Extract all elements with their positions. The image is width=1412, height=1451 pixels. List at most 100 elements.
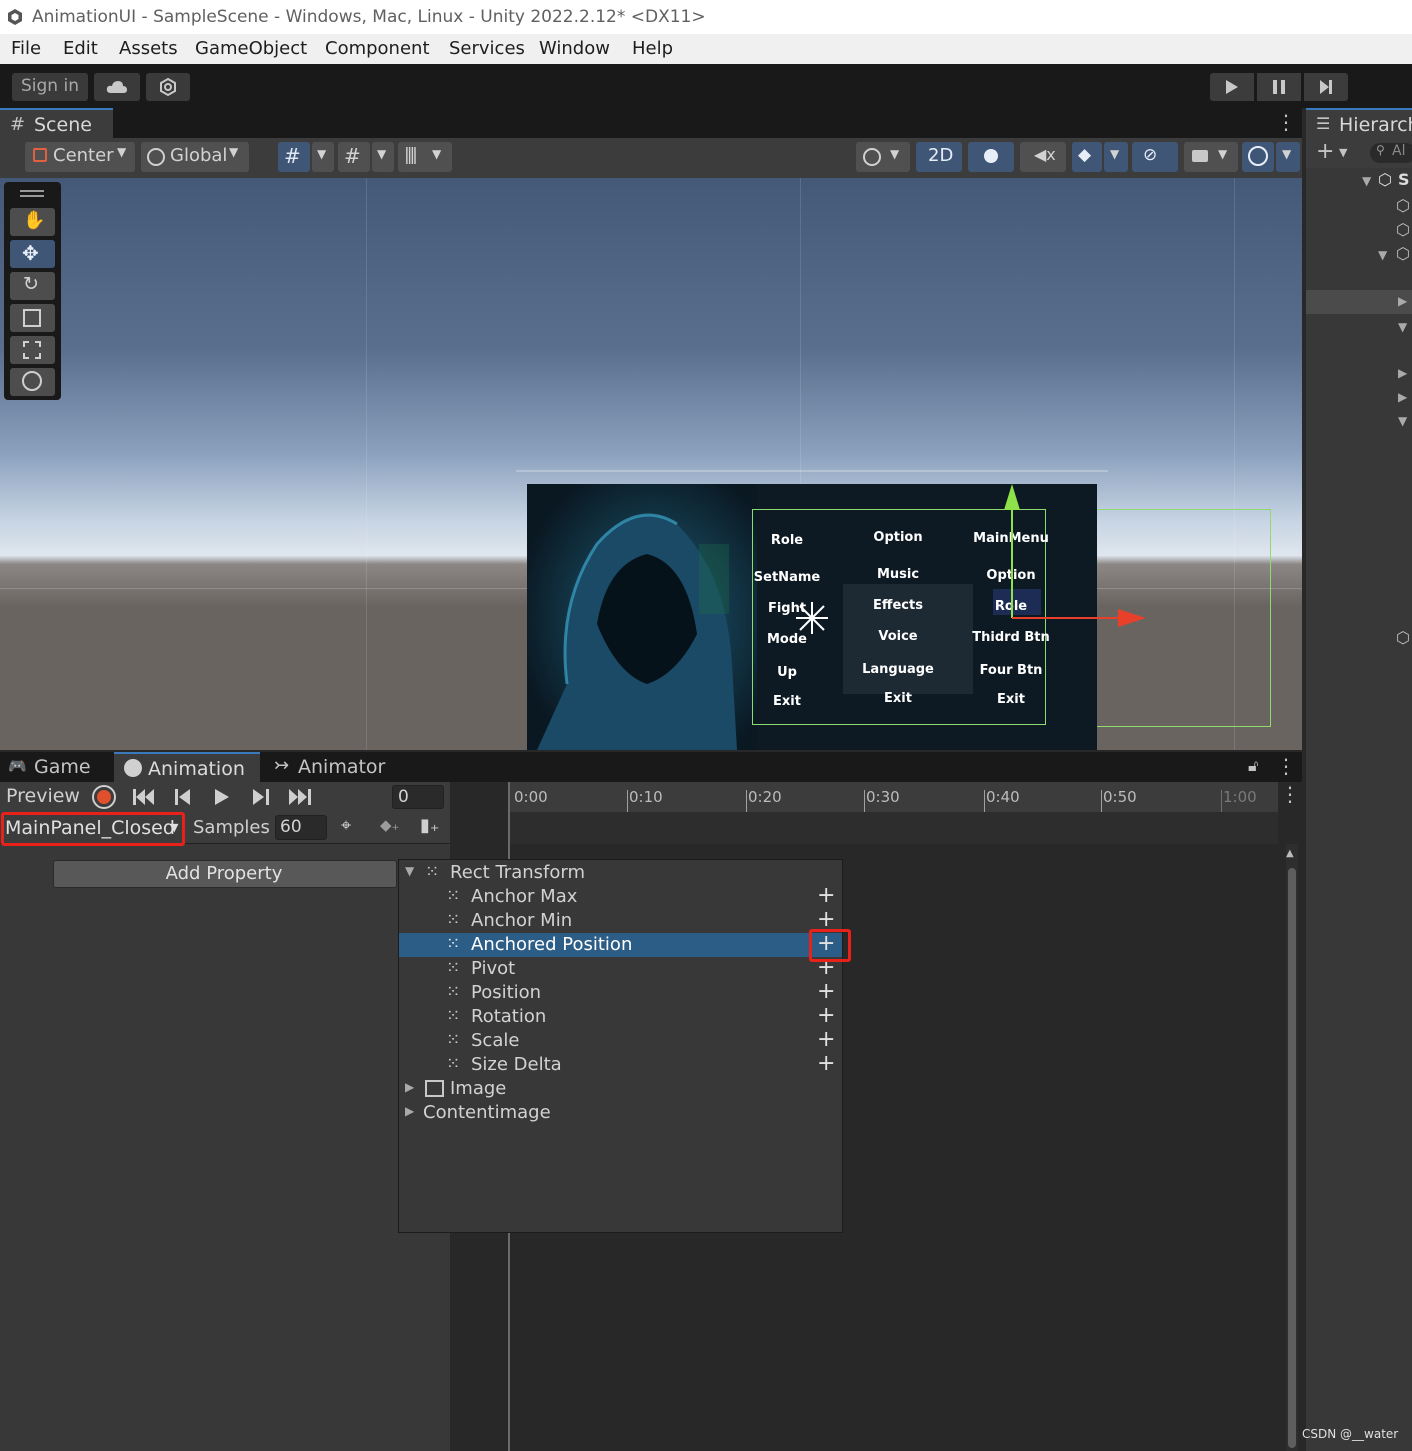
tab-hierarchy[interactable]: ☰ Hierarch	[1306, 108, 1412, 138]
samples-field[interactable]: 60	[275, 815, 327, 840]
expand-arrow-icon[interactable]: ▼	[1398, 320, 1407, 334]
2d-toggle[interactable]: 2D	[916, 142, 962, 172]
increment-snap-button[interactable]: #	[338, 142, 370, 172]
key-all-icon[interactable]: ⌖	[341, 815, 351, 836]
prev-key-icon[interactable]	[175, 789, 191, 805]
record-button[interactable]	[92, 785, 116, 809]
first-key-icon[interactable]	[133, 789, 155, 805]
tab-animation[interactable]: Animation	[114, 752, 260, 782]
property-position[interactable]: ⁙ Position +	[399, 981, 842, 1005]
gizmos-dropdown[interactable]: ▼	[1276, 142, 1300, 172]
grid-snap-button[interactable]: #	[278, 142, 310, 172]
transform-tool-button[interactable]	[10, 368, 55, 396]
menu-help[interactable]: Help	[632, 38, 673, 59]
tab-animator[interactable]: ↣ Animator	[264, 752, 394, 782]
collab-button[interactable]	[146, 73, 190, 101]
vertical-scrollbar[interactable]: ▲	[1286, 844, 1298, 1451]
ruler-button[interactable]: |||| ▼	[398, 142, 452, 172]
move-gizmo-arrows[interactable]	[1000, 480, 1160, 630]
chevron-down-icon[interactable]: ▼	[1339, 146, 1347, 159]
next-key-icon[interactable]	[253, 789, 269, 805]
camera-button[interactable]: ▼	[1184, 142, 1238, 172]
preview-button[interactable]: Preview	[6, 785, 80, 807]
add-property-plus-icon[interactable]: +	[817, 981, 835, 1003]
expand-arrow-icon[interactable]: ▼	[1398, 414, 1407, 428]
menu-file[interactable]: File	[11, 38, 41, 59]
play-animation-icon[interactable]	[215, 789, 229, 805]
expand-arrow-icon[interactable]: ▼	[1378, 248, 1387, 262]
expand-arrow-icon[interactable]: ▼	[1362, 174, 1371, 188]
property-anchor-max[interactable]: ⁙ Anchor Max +	[399, 885, 842, 909]
property-scale[interactable]: ⁙ Scale +	[399, 1029, 842, 1053]
collapse-arrow-icon[interactable]: ▶	[405, 1104, 414, 1118]
scale-tool-button[interactable]	[10, 304, 55, 332]
menu-component[interactable]: Component	[325, 38, 430, 59]
add-property-plus-icon[interactable]: +	[817, 909, 835, 931]
sign-in-button[interactable]: Sign in	[12, 73, 88, 101]
add-property-button[interactable]: Add Property	[53, 860, 397, 888]
add-property-plus-icon[interactable]: +	[817, 885, 835, 907]
visibility-toggle[interactable]: ⊘	[1132, 142, 1178, 172]
property-anchored-position[interactable]: ⁙ Anchored Position +	[399, 933, 842, 957]
property-anchor-min[interactable]: ⁙ Anchor Min +	[399, 909, 842, 933]
menu-services[interactable]: Services	[449, 38, 525, 59]
property-rotation[interactable]: ⁙ Rotation +	[399, 1005, 842, 1029]
shading-mode-button[interactable]: ▼	[856, 142, 910, 172]
add-event-icon[interactable]: ▮₊	[420, 815, 439, 836]
last-key-icon[interactable]	[289, 789, 311, 805]
frame-field[interactable]: 0	[392, 785, 444, 809]
add-keyframe-icon[interactable]: ◆₊	[380, 816, 399, 834]
step-button[interactable]	[1304, 73, 1348, 101]
scroll-up-icon[interactable]: ▲	[1286, 848, 1294, 859]
gizmos-button[interactable]	[1242, 142, 1274, 172]
collapse-arrow-icon[interactable]: ▶	[405, 1080, 414, 1094]
effects-dropdown[interactable]: ▼	[1104, 142, 1128, 172]
property-size-delta[interactable]: ⁙ Size Delta +	[399, 1053, 842, 1077]
ruler-tick-label: 0:40	[986, 788, 1020, 806]
cloud-button[interactable]	[94, 73, 140, 101]
expand-arrow-icon[interactable]: ▶	[1398, 390, 1407, 404]
drag-handle[interactable]	[20, 190, 44, 192]
rect-tool-button[interactable]	[10, 336, 55, 364]
space-toggle[interactable]: Global ▼	[141, 142, 249, 172]
expand-arrow-icon[interactable]: ▶	[1398, 294, 1407, 308]
hierarchy-selected-row[interactable]	[1306, 290, 1412, 314]
increment-snap-dropdown[interactable]: ▼	[372, 142, 394, 172]
scene-name-partial[interactable]: S	[1398, 170, 1410, 189]
animation-more-icon[interactable]: ⋮	[1276, 754, 1296, 778]
scrollbar-thumb[interactable]	[1288, 868, 1296, 1448]
rotate-tool-button[interactable]: ↻	[10, 272, 55, 300]
audio-toggle[interactable]: ◀x	[1020, 142, 1066, 172]
drag-handle[interactable]	[20, 195, 44, 197]
dopesheet-more-icon[interactable]: ⋮	[1280, 782, 1300, 806]
hierarchy-search[interactable]: ⚲ Al	[1370, 143, 1412, 163]
grid-snap-dropdown[interactable]: ▼	[312, 142, 334, 172]
group-contentimage[interactable]: ▶ Contentimage	[399, 1101, 842, 1125]
pivot-toggle[interactable]: Center ▼	[25, 142, 135, 172]
group-image[interactable]: ▶ Image	[399, 1077, 842, 1101]
add-property-plus-icon[interactable]: +	[817, 1029, 835, 1051]
lock-icon[interactable]: 🔓︎	[1248, 756, 1258, 776]
add-property-plus-icon[interactable]: +	[817, 1053, 835, 1075]
menu-edit[interactable]: Edit	[63, 38, 98, 59]
menu-assets[interactable]: Assets	[119, 38, 178, 59]
pause-button[interactable]	[1257, 73, 1301, 101]
add-icon[interactable]: +	[1316, 139, 1334, 164]
expand-arrow-icon[interactable]: ▼	[405, 864, 414, 878]
add-property-plus-icon[interactable]: +	[817, 1005, 835, 1027]
menu-gameobject[interactable]: GameObject	[195, 38, 307, 59]
play-button[interactable]	[1210, 73, 1254, 101]
lighting-toggle[interactable]	[968, 142, 1014, 172]
scene-more-icon[interactable]: ⋮	[1276, 110, 1296, 134]
effects-toggle[interactable]: ◆	[1072, 142, 1102, 172]
group-rect-transform[interactable]: ▼ ⁙ Rect Transform	[399, 861, 842, 885]
property-label: Rotation	[471, 1006, 547, 1027]
expand-arrow-icon[interactable]: ▶	[1398, 366, 1407, 380]
timeline-ruler[interactable]: 0:00 0:10 0:20 0:30 0:40 0:50 1:00	[510, 782, 1278, 812]
tab-game[interactable]: 🎮 Game	[0, 752, 112, 782]
property-pivot[interactable]: ⁙ Pivot +	[399, 957, 842, 981]
move-tool-button[interactable]: ✥	[10, 240, 55, 268]
tab-scene[interactable]: # Scene	[0, 108, 113, 138]
menu-window[interactable]: Window	[539, 38, 610, 59]
hand-tool-button[interactable]: ✋	[10, 208, 55, 236]
